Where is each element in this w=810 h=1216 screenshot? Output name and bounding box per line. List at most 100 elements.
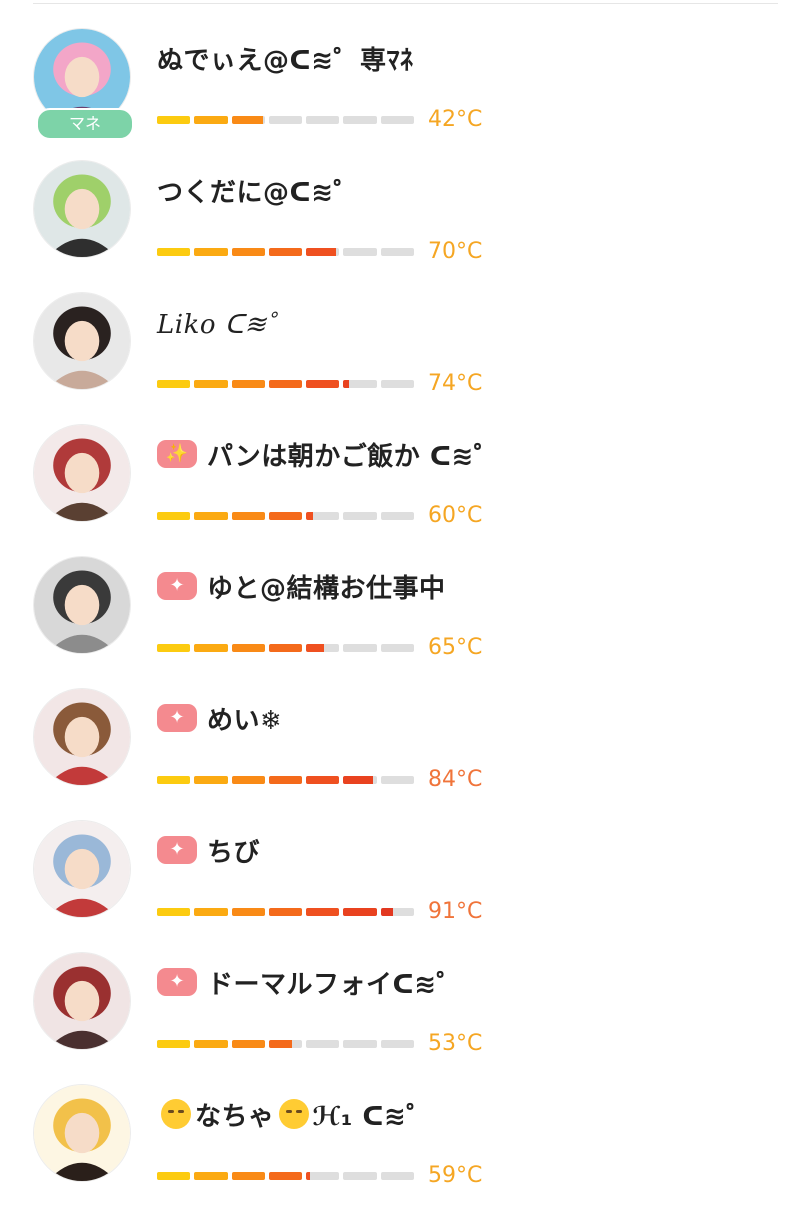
user-row[interactable]: ✦ ゆと@結構お仕事中 65°C bbox=[0, 556, 810, 688]
bar-segment bbox=[157, 248, 191, 256]
bar-segment-fill bbox=[157, 248, 191, 256]
user-row[interactable]: つくだに@ᑕ≋゜ 70°C bbox=[0, 160, 810, 292]
wink-face-emoji-icon bbox=[161, 1099, 191, 1129]
bar-segment bbox=[194, 116, 228, 124]
sparkle-badge-icon: ✨ bbox=[157, 440, 197, 468]
bar-segment bbox=[343, 1040, 377, 1048]
bar-segment bbox=[306, 1172, 340, 1180]
temperature-bar bbox=[157, 1040, 414, 1048]
bar-segment bbox=[194, 776, 228, 784]
bar-segment bbox=[306, 1040, 340, 1048]
sparkle-badge-icon: ✦ bbox=[157, 572, 197, 600]
bar-segment bbox=[380, 380, 414, 388]
bar-segment-fill bbox=[268, 380, 303, 388]
bar-segment bbox=[194, 644, 228, 652]
bar-segment-fill bbox=[268, 512, 303, 520]
bar-segment-fill bbox=[194, 776, 228, 784]
bar-segment bbox=[306, 248, 340, 256]
bar-segment bbox=[157, 908, 191, 916]
user-name: パンは朝かご飯か ᑕ≋゜ bbox=[207, 441, 501, 472]
user-name: なちゃ bbox=[195, 1101, 275, 1132]
bar-segment-fill bbox=[194, 512, 228, 520]
bar-segment-fill bbox=[194, 1172, 228, 1180]
bar-segment bbox=[194, 248, 228, 256]
bar-segment-fill bbox=[306, 644, 325, 652]
bar-segment bbox=[343, 248, 377, 256]
bar-segment bbox=[268, 512, 303, 520]
bar-segment-fill bbox=[231, 380, 265, 388]
bar-segment bbox=[157, 1040, 191, 1048]
avatar-group-crimson[interactable] bbox=[33, 952, 131, 1050]
bar-segment-fill bbox=[194, 908, 228, 916]
avatar-chibi-orange[interactable] bbox=[33, 1084, 131, 1182]
name-line: ✦ ちび bbox=[157, 830, 260, 870]
temperature-label: 65°C bbox=[428, 635, 483, 660]
bar-segment bbox=[380, 116, 414, 124]
bar-segment bbox=[380, 512, 414, 520]
user-row[interactable]: マネ ぬでぃえ@ᑕ≋゜専ﾏﾈ 42°C bbox=[0, 28, 810, 160]
bar-segment-fill bbox=[157, 644, 191, 652]
bar-segment bbox=[306, 644, 340, 652]
temperature-label: 91°C bbox=[428, 899, 483, 924]
avatar-group-white[interactable] bbox=[33, 820, 131, 918]
bar-segment-fill bbox=[157, 380, 191, 388]
bar-segment-fill bbox=[268, 1172, 303, 1180]
name-line: Liko ᑕ≋゜ bbox=[157, 302, 293, 342]
bar-segment bbox=[380, 908, 414, 916]
temperature-bar bbox=[157, 1172, 414, 1180]
temperature-bar bbox=[157, 776, 414, 784]
user-row[interactable]: ✨ パンは朝かご飯か ᑕ≋゜ 60°C bbox=[0, 424, 810, 556]
avatar-dark-hair[interactable] bbox=[33, 292, 131, 390]
bar-segment bbox=[268, 776, 303, 784]
bar-segment-fill bbox=[157, 116, 191, 124]
user-row[interactable]: Liko ᑕ≋゜ 74°C bbox=[0, 292, 810, 424]
bar-segment bbox=[268, 644, 303, 652]
bar-segment-fill bbox=[231, 776, 265, 784]
bar-segment bbox=[157, 776, 191, 784]
avatar-monochrome[interactable] bbox=[33, 556, 131, 654]
avatar-group-red[interactable] bbox=[33, 424, 131, 522]
avatar-group-brown[interactable] bbox=[33, 688, 131, 786]
bar-segment-fill bbox=[231, 908, 265, 916]
temperature-label: 53°C bbox=[428, 1031, 483, 1056]
temperature-bar bbox=[157, 248, 414, 256]
bar-segment-fill bbox=[380, 908, 393, 916]
temperature-bar bbox=[157, 116, 414, 124]
bar-segment bbox=[194, 380, 228, 388]
bar-segment-fill bbox=[306, 248, 337, 256]
temperature-bar bbox=[157, 380, 414, 388]
bar-segment-fill bbox=[268, 908, 303, 916]
temperature-bar bbox=[157, 908, 414, 916]
temperature-label: 74°C bbox=[428, 371, 483, 396]
user-row[interactable]: ✦ めい❄ 84°C bbox=[0, 688, 810, 820]
bar-segment bbox=[268, 380, 303, 388]
bar-segment-fill bbox=[268, 776, 303, 784]
avatar-anime-green-hood[interactable] bbox=[33, 160, 131, 258]
user-name: ゆと@結構お仕事中 bbox=[207, 573, 446, 604]
bar-segment bbox=[268, 1172, 303, 1180]
user-name: ぬでぃえ@ᑕ≋゜専ﾏﾈ bbox=[157, 45, 414, 76]
bar-segment-fill bbox=[343, 380, 350, 388]
bar-segment-fill bbox=[157, 1172, 191, 1180]
bar-segment bbox=[380, 776, 414, 784]
user-row[interactable]: ✦ ドーマルフォイᑕ≋゜ 53°C bbox=[0, 952, 810, 1084]
temperature-bar bbox=[157, 512, 414, 520]
user-row[interactable]: ✦ ちび 91°C bbox=[0, 820, 810, 952]
top-divider bbox=[33, 3, 778, 4]
name-line: ぬでぃえ@ᑕ≋゜専ﾏﾈ bbox=[157, 38, 414, 78]
bar-segment-fill bbox=[306, 380, 340, 388]
temperature-bar bbox=[157, 644, 414, 652]
temperature-label: 59°C bbox=[428, 1163, 483, 1188]
bar-segment bbox=[231, 512, 265, 520]
bar-segment bbox=[194, 512, 228, 520]
bar-segment-fill bbox=[231, 116, 263, 124]
bar-segment bbox=[157, 116, 191, 124]
bar-segment bbox=[157, 1172, 191, 1180]
bar-segment-fill bbox=[157, 908, 191, 916]
user-name: ドーマルフォイᑕ≋゜ bbox=[207, 969, 463, 1000]
temperature-label: 42°C bbox=[428, 107, 483, 132]
bar-segment-fill bbox=[231, 1172, 265, 1180]
name-line: なちゃ ℋ₁ ᑕ≋゜ bbox=[157, 1094, 433, 1134]
sparkle-badge-icon: ✦ bbox=[157, 704, 197, 732]
user-row[interactable]: なちゃ ℋ₁ ᑕ≋゜ 59°C bbox=[0, 1084, 810, 1216]
